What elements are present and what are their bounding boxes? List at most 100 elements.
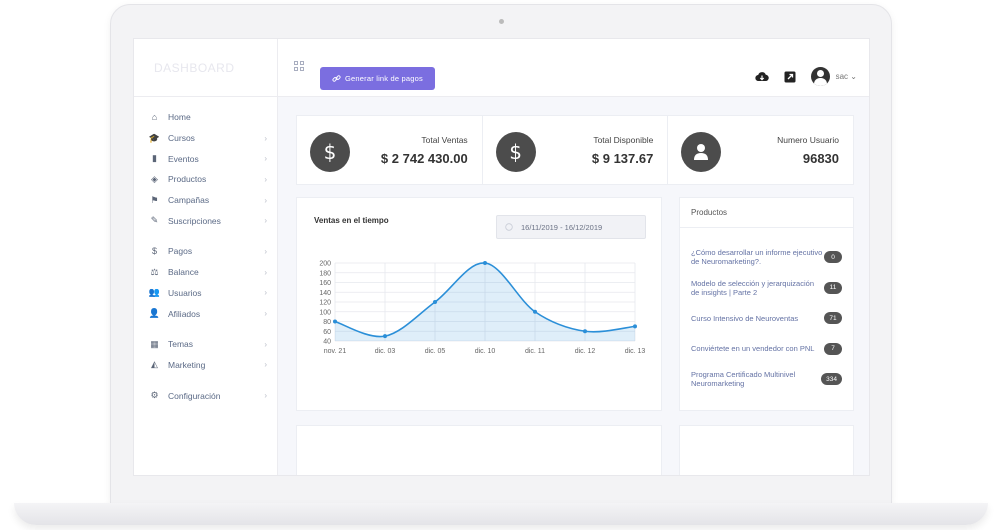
apps-grid-icon[interactable] — [294, 61, 304, 71]
brand-logo[interactable]: DASHBOARD — [134, 39, 277, 97]
stat-card: $ Total Ventas $ 2 742 430.00 — [297, 116, 483, 184]
sales-chart-card: Ventas en el tiempo 16/11/2019 - 16/12/2… — [296, 197, 662, 411]
user-name: sac — [835, 72, 849, 81]
camera-dot — [499, 19, 504, 24]
sidebar-item-balance[interactable]: ⚖ Balance › — [134, 262, 277, 283]
y-tick-label: 40 — [323, 339, 331, 346]
sidebar-item-label: Pagos — [168, 246, 193, 257]
product-row[interactable]: Modelo de selección y jerarquización de … — [680, 273, 853, 304]
chevron-right-icon: › — [264, 133, 267, 143]
chevron-right-icon: › — [264, 391, 267, 401]
sidebar-item-configuraci-n[interactable]: ⚙ Configuración › — [134, 385, 277, 406]
y-tick-label: 140 — [319, 290, 331, 297]
grid-icon: ▦ — [150, 338, 159, 349]
product-name[interactable]: Modelo de selección y jerarquización de … — [691, 279, 824, 297]
y-tick-label: 180 — [319, 270, 331, 277]
gear-icon: ⚙ — [150, 390, 159, 401]
stat-card: $ Total Disponible $ 9 137.67 — [483, 116, 669, 184]
product-row[interactable]: Conviértete en un vendedor con PNL 7 — [680, 334, 853, 365]
bookmark-icon: ▮ — [152, 153, 157, 164]
chevron-right-icon: › — [264, 154, 267, 164]
home-icon: ⌂ — [151, 112, 158, 123]
user-plus-icon: 👤 — [148, 308, 161, 319]
stat-label: Total Ventas — [421, 135, 468, 145]
clock-icon — [505, 223, 513, 231]
balance-scale-icon: ⚖ — [150, 266, 159, 277]
bottom-card-right — [679, 425, 854, 475]
product-name[interactable]: Conviértete en un vendedor con PNL — [691, 344, 824, 353]
product-count-badge: 0 — [824, 251, 842, 264]
sidebar-item-marketing[interactable]: ◭ Marketing › — [134, 355, 277, 376]
chevron-down-icon: ⌄ — [850, 72, 857, 81]
user-icon — [681, 132, 722, 172]
generate-payment-link-button[interactable]: Generar link de pagos — [320, 67, 435, 90]
product-count-badge: 11 — [824, 281, 842, 294]
sidebar-item-pagos[interactable]: $ Pagos › — [134, 241, 277, 262]
product-row[interactable]: Curso Intensivo de Neuroventas 71 — [680, 303, 853, 334]
sidebar-item-label: Balance — [168, 267, 199, 278]
flag-icon: ⚑ — [150, 194, 159, 205]
sidebar-item-label: Cursos — [168, 133, 195, 144]
dollar-icon: $ — [495, 132, 536, 172]
date-range-picker[interactable]: 16/11/2019 - 16/12/2019 — [496, 215, 646, 239]
data-point — [533, 309, 537, 314]
box-icon: ◈ — [151, 173, 158, 184]
dollar-icon: $ — [310, 132, 350, 172]
chevron-right-icon: › — [264, 174, 267, 184]
nav-group: ⚙ Configuración › — [134, 385, 277, 406]
edit-icon: ✎ — [150, 215, 159, 226]
product-name[interactable]: ¿Cómo desarrollar un informe ejecutivo d… — [691, 248, 824, 266]
chevron-right-icon: › — [264, 309, 267, 319]
product-name[interactable]: Curso Intensivo de Neuroventas — [691, 314, 824, 323]
product-count-badge: 334 — [821, 373, 842, 386]
product-row[interactable]: ¿Cómo desarrollar un informe ejecutivo d… — [680, 242, 853, 273]
product-row[interactable]: Programa Certificado Multinivel Neuromar… — [680, 364, 853, 395]
data-point — [433, 300, 437, 304]
expand-icon[interactable] — [783, 70, 797, 84]
y-tick-label: 120 — [319, 300, 331, 307]
sidebar-item-home[interactable]: ⌂ Home — [134, 107, 277, 128]
link-icon — [332, 75, 341, 82]
graduation-cap-icon: 🎓 — [148, 132, 161, 143]
sidebar-item-label: Marketing — [168, 359, 206, 370]
chevron-right-icon: › — [264, 216, 267, 226]
data-point — [583, 329, 587, 334]
sidebar-item-campa-as[interactable]: ⚑ Campañas › — [134, 190, 277, 211]
sales-line-chart: 40 60 80 100 120 140 160 180 200 nov. 21 dic. 03 di… — [319, 261, 645, 356]
data-point — [383, 334, 387, 339]
x-tick-label: dic. 05 — [425, 348, 446, 355]
date-range-value: 16/11/2019 - 16/12/2019 — [521, 222, 603, 232]
sidebar-item-suscripciones[interactable]: ✎ Suscripciones › — [134, 210, 277, 231]
laptop-base — [14, 503, 988, 525]
sidebar-item-label: Usuarios — [168, 287, 202, 298]
chevron-right-icon: › — [264, 267, 267, 277]
user-avatar[interactable] — [810, 67, 830, 86]
chevron-right-icon: › — [264, 195, 267, 205]
sidebar-item-label: Configuración — [168, 390, 221, 401]
product-count-badge: 71 — [824, 312, 842, 325]
stat-value: 96830 — [802, 151, 840, 166]
sidebar-item-temas[interactable]: ▦ Temas › — [134, 334, 277, 355]
sidebar-item-label: Productos — [168, 174, 207, 185]
cloud-download-icon[interactable] — [754, 70, 769, 84]
sidebar-item-afiliados[interactable]: 👤 Afiliados › — [134, 303, 277, 324]
x-tick-label: dic. 03 — [375, 348, 396, 355]
sidebar-item-label: Campañas — [168, 195, 210, 206]
data-point — [633, 324, 637, 329]
sidebar-item-label: Eventos — [168, 153, 199, 164]
sidebar-item-cursos[interactable]: 🎓 Cursos › — [134, 128, 277, 149]
sidebar-item-label: Temas — [168, 339, 194, 350]
products-list: ¿Cómo desarrollar un informe ejecutivo d… — [680, 228, 853, 395]
sidebar-item-label: Home — [168, 112, 191, 123]
product-name[interactable]: Programa Certificado Multinivel Neuromar… — [691, 370, 821, 388]
stat-value: $ 2 742 430.00 — [380, 151, 468, 166]
user-menu[interactable]: sac ⌄ — [836, 72, 857, 81]
y-tick-label: 80 — [323, 319, 331, 326]
sidebar-item-productos[interactable]: ◈ Productos › — [134, 169, 277, 190]
sidebar-item-usuarios[interactable]: 👥 Usuarios › — [134, 283, 277, 304]
chevron-right-icon: › — [264, 339, 267, 349]
chart-title: Ventas en el tiempo — [314, 216, 389, 225]
y-tick-label: 100 — [319, 309, 331, 316]
sidebar-item-eventos[interactable]: ▮ Eventos › — [134, 148, 277, 169]
main-content: Generar link de pagos sac ⌄ $ Total Venta… — [278, 39, 869, 475]
